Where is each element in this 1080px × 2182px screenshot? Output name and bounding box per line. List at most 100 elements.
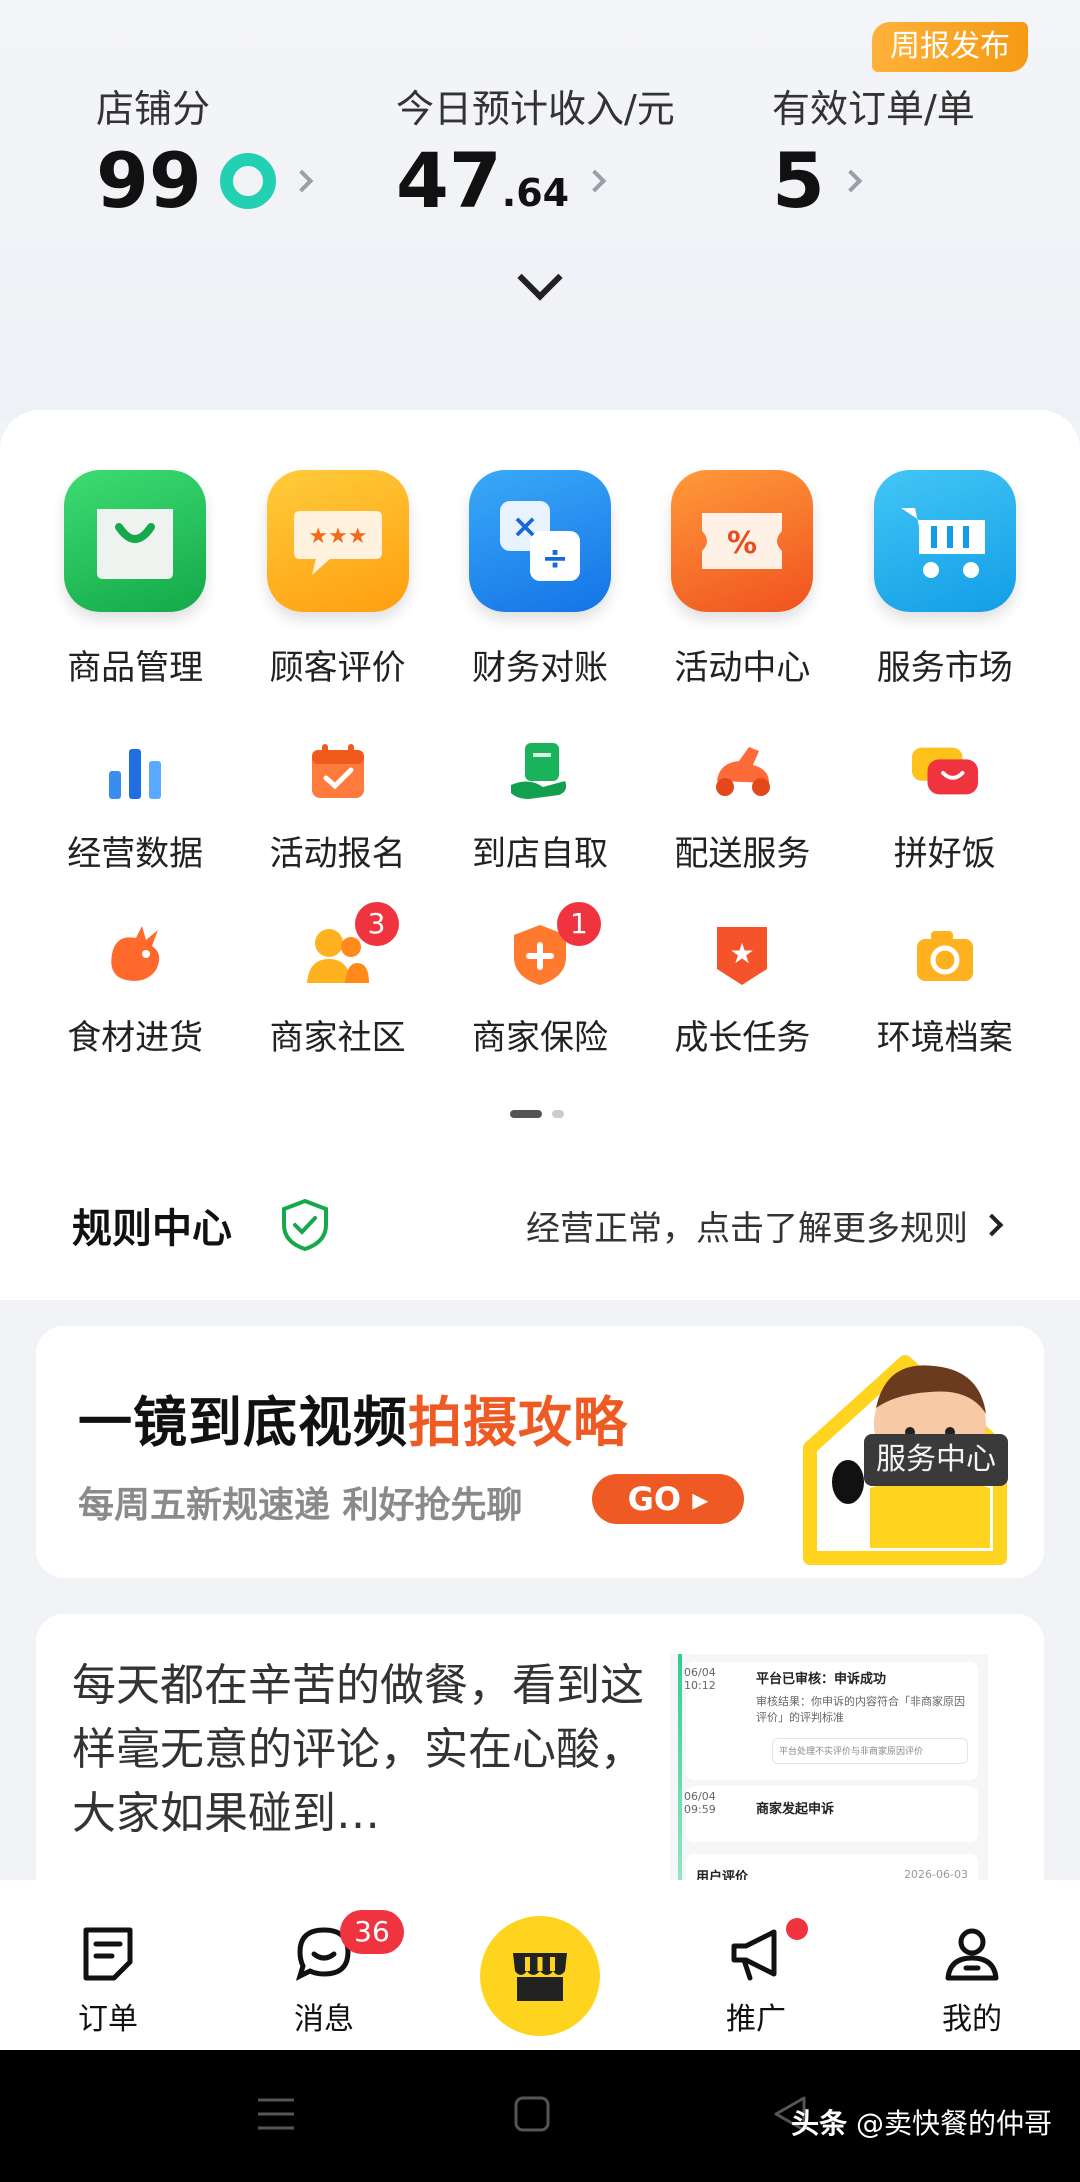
svg-text:★★★: ★★★ <box>308 524 367 549</box>
banner-title: 一镜到底视频拍摄攻略 <box>78 1378 628 1457</box>
message-badge: 36 <box>340 1910 404 1954</box>
notification-badge: 3 <box>354 902 399 946</box>
tool-label: 经营数据 <box>67 834 204 874</box>
tool-ingredient-purchase[interactable]: 食材进货 <box>34 920 236 1059</box>
tool-label: 食材进货 <box>67 1018 204 1058</box>
tab-profile[interactable]: 我的 <box>872 1880 1072 2050</box>
entry-time: 10:12 <box>684 1679 716 1692</box>
home-icon[interactable] <box>512 2094 552 2134</box>
tool-label: 拼好饭 <box>893 834 996 874</box>
play-triangle-icon: ▸ <box>681 1480 709 1518</box>
app-activity-center[interactable]: % 活动中心 <box>641 470 843 689</box>
tool-merchant-insurance[interactable]: 1 商家保险 <box>439 902 641 1059</box>
tab-orders[interactable]: 订单 <box>8 1880 208 2050</box>
svg-text:×: × <box>512 507 539 545</box>
watermark-brand: 头条 <box>791 2107 848 2140</box>
tab-label: 订单 <box>78 2002 138 2037</box>
chevron-right-icon <box>839 169 863 193</box>
income-value: 47 <box>396 136 502 225</box>
tool-store-pickup[interactable]: 到店自取 <box>439 736 641 875</box>
income-decimal: .64 <box>501 171 570 215</box>
merchant-home-screen: 周报发布 店铺分 99 今日预计收入/元 47 .64 有效订单/单 5 商品管… <box>0 0 1080 2182</box>
discount-ticket-icon: % <box>671 470 814 612</box>
app-label: 服务市场 <box>876 648 1013 688</box>
stat-label: 有效订单/单 <box>772 87 975 131</box>
tool-activity-signup[interactable]: 活动报名 <box>236 736 438 875</box>
service-center-tag: 服务中心 <box>864 1434 1008 1486</box>
entry-date: 06/04 <box>684 1790 716 1803</box>
entry-date: 06/04 <box>684 1666 716 1679</box>
tool-label: 商家保险 <box>471 1018 608 1058</box>
orders-stat[interactable]: 有效订单/单 5 <box>772 78 975 219</box>
orders-value: 5 <box>772 136 825 225</box>
tab-messages[interactable]: 36 消息 <box>224 1880 424 2050</box>
banner-subtitle: 每周五新规速递 利好抢先聊 <box>78 1485 523 1526</box>
stat-value: 99 <box>96 136 314 225</box>
chevron-down-icon[interactable] <box>517 255 563 301</box>
rules-center-row[interactable]: 规则中心 经营正常，点击了解更多规则 <box>0 1180 1080 1270</box>
rating-bubble-icon: ★★★ <box>266 470 409 612</box>
entry-title: 平台已审核：申诉成功 <box>756 1672 887 1687</box>
shop-score-stat[interactable]: 店铺分 99 <box>96 78 314 225</box>
header-summary: 周报发布 店铺分 99 今日预计收入/元 47 .64 有效订单/单 5 <box>0 0 1080 420</box>
shield-check-icon <box>282 1198 328 1252</box>
watermark: 头条 @卖快餐的仲哥 <box>791 2102 1052 2142</box>
weekly-report-badge[interactable]: 周报发布 <box>872 22 1028 72</box>
menu-icon[interactable] <box>256 2094 296 2134</box>
app-label: 顾客评价 <box>269 648 406 688</box>
stat-value: 5 <box>772 143 975 219</box>
chevron-right-icon <box>583 169 607 193</box>
app-customer-reviews[interactable]: ★★★ 顾客评价 <box>236 470 438 689</box>
shop-score-value: 99 <box>96 136 202 225</box>
megaphone-icon <box>726 1918 808 1984</box>
app-label: 商品管理 <box>67 648 204 688</box>
go-label: GO <box>627 1480 682 1518</box>
app-finance[interactable]: × ÷ 财务对账 <box>439 470 641 689</box>
tool-label: 活动报名 <box>269 834 406 874</box>
entry-title: 商家发起申诉 <box>756 1802 835 1817</box>
app-label: 财务对账 <box>471 648 608 688</box>
app-service-market[interactable]: 服务市场 <box>844 470 1046 689</box>
tool-delivery-service[interactable]: 配送服务 <box>641 736 843 875</box>
app-label: 活动中心 <box>674 648 811 688</box>
stat-label: 今日预计收入/元 <box>396 87 675 131</box>
tab-promotion[interactable]: 推广 <box>656 1880 856 2050</box>
entry-body: 审核结果：你申诉的内容符合「非商家原因评价」的评判标准 <box>756 1695 965 1724</box>
message-icon: 36 <box>294 1910 404 1984</box>
store-center-button[interactable] <box>480 1916 600 2036</box>
pickup-icon <box>505 736 575 806</box>
entry-note: 平台处理不实评价与非商家原因评价 <box>772 1738 968 1764</box>
svg-text:%: % <box>727 526 757 561</box>
tool-merchant-community[interactable]: 3 商家社区 <box>236 902 438 1059</box>
stat-value: 47 .64 <box>396 143 675 219</box>
tool-label: 成长任务 <box>674 1018 811 1058</box>
article-text: 每天都在辛苦的做餐，看到这样毫无意的评论，实在心酸，大家如果碰到… <box>72 1660 644 1839</box>
go-button[interactable]: GO ▸ <box>592 1474 744 1524</box>
income-stat[interactable]: 今日预计收入/元 47 .64 <box>396 78 675 219</box>
kangaroo-icon <box>100 920 170 990</box>
profile-icon <box>942 1924 1002 1984</box>
bowl-icon <box>910 736 980 806</box>
tool-label: 商家社区 <box>269 1018 406 1058</box>
stat-label: 店铺分 <box>96 87 211 131</box>
svg-text:÷: ÷ <box>542 539 569 577</box>
bar-chart-icon <box>100 736 170 806</box>
rules-status: 经营正常，点击了解更多规则 <box>526 1208 968 1249</box>
score-ring-icon <box>219 153 276 209</box>
watermark-author: @卖快餐的仲哥 <box>855 2107 1052 2140</box>
svg-text:★: ★ <box>730 937 755 970</box>
tool-growth-tasks[interactable]: ★ 成长任务 <box>641 920 843 1059</box>
rules-title: 规则中心 <box>72 1206 232 1252</box>
tools-row-1: 经营数据 活动报名 到店自取 配送服务 拼好饭 <box>0 736 1080 875</box>
tools-row-2: 食材进货 3 商家社区 1 商家保险 ★ 成长任务 环境档案 <box>0 902 1080 1059</box>
app-product-management[interactable]: 商品管理 <box>34 470 236 689</box>
scooter-icon <box>707 736 777 806</box>
promo-banner[interactable]: 一镜到底视频拍摄攻略 每周五新规速递 利好抢先聊 GO ▸ 服务中心 <box>36 1326 1044 1578</box>
tool-environment-archive[interactable]: 环境档案 <box>844 920 1046 1059</box>
tool-business-data[interactable]: 经营数据 <box>34 736 236 875</box>
tool-label: 到店自取 <box>471 834 608 874</box>
camera-icon <box>910 920 980 990</box>
banner-title-main: 一镜到底视频 <box>78 1391 408 1454</box>
notification-dot <box>786 1918 808 1940</box>
tool-pinhaofan[interactable]: 拼好饭 <box>844 736 1046 875</box>
